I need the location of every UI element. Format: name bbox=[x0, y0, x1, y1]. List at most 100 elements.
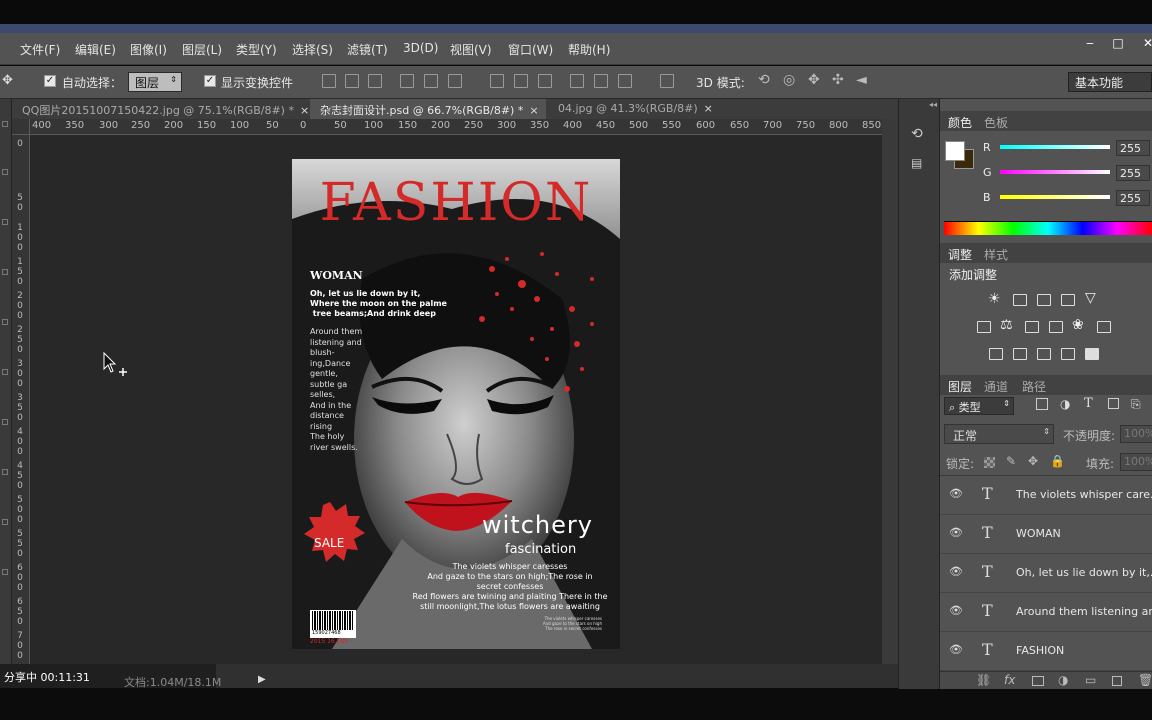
channel-mixer-icon[interactable]: ❀ bbox=[1072, 317, 1084, 333]
tool-icon[interactable] bbox=[2, 569, 8, 575]
maximize-button[interactable]: □ bbox=[1106, 36, 1130, 54]
close-window-button[interactable]: ✕ bbox=[1136, 36, 1152, 54]
distribute-bottom-icon[interactable] bbox=[538, 74, 552, 88]
horizontal-ruler[interactable]: 400 350 300 250 200 150 100 50 0 50 100 … bbox=[30, 119, 882, 135]
distribute-vcenter-icon[interactable] bbox=[514, 74, 528, 88]
3d-roll-icon[interactable]: ◎ bbox=[783, 72, 795, 88]
auto-align-icon[interactable] bbox=[660, 74, 674, 88]
blend-mode-dropdown[interactable]: 正常 ⇕ bbox=[944, 424, 1054, 444]
lock-position-icon[interactable]: ✥ bbox=[1028, 454, 1038, 468]
auto-select-checkbox[interactable]: ✓ bbox=[44, 75, 56, 87]
menu-edit[interactable]: 编辑(E) bbox=[75, 41, 116, 58]
tool-icon[interactable] bbox=[2, 319, 8, 325]
menu-3d[interactable]: 3D(D) bbox=[403, 41, 438, 55]
menu-select[interactable]: 选择(S) bbox=[292, 41, 333, 58]
menu-view[interactable]: 视图(V) bbox=[450, 41, 492, 58]
align-bottom-icon[interactable] bbox=[368, 74, 382, 88]
invert-icon[interactable] bbox=[989, 348, 1003, 360]
show-transform-checkbox[interactable]: ✓ bbox=[204, 75, 216, 87]
tool-icon[interactable] bbox=[2, 219, 8, 225]
r-slider[interactable] bbox=[1000, 145, 1110, 149]
fx-icon[interactable]: fx bbox=[1004, 673, 1015, 687]
visibility-eye-icon[interactable]: 👁 bbox=[949, 565, 963, 578]
b-slider[interactable] bbox=[1000, 195, 1110, 199]
align-vcenter-icon[interactable] bbox=[345, 74, 359, 88]
visibility-eye-icon[interactable]: 👁 bbox=[949, 643, 963, 656]
gradient-map-icon[interactable] bbox=[1085, 348, 1099, 360]
add-mask-icon[interactable] bbox=[1032, 676, 1044, 686]
menu-help[interactable]: 帮助(H) bbox=[568, 41, 610, 58]
3d-scale-icon[interactable]: ◄ bbox=[856, 72, 867, 88]
layer-row[interactable]: 👁 T Oh, let us lie down by it,... bbox=[940, 554, 1152, 593]
color-lookup-icon[interactable] bbox=[1097, 321, 1111, 333]
filter-shape-icon[interactable] bbox=[1108, 398, 1119, 409]
align-right-icon[interactable] bbox=[448, 74, 462, 88]
menu-file[interactable]: 文件(F) bbox=[20, 41, 60, 58]
vertical-ruler[interactable]: 0 5 0 1 0 0 1 5 0 2 0 0 2 5 0 3 0 0 3 5 … bbox=[12, 135, 30, 664]
link-layers-icon[interactable]: ⛓ bbox=[976, 673, 991, 687]
visibility-eye-icon[interactable]: 👁 bbox=[949, 604, 963, 617]
minimize-button[interactable]: ‒ bbox=[1078, 36, 1102, 54]
black-white-icon[interactable] bbox=[1025, 321, 1039, 333]
tab-close-icon[interactable]: × bbox=[300, 104, 309, 117]
layer-row[interactable]: 👁 T FASHION bbox=[940, 632, 1152, 671]
curves-icon[interactable] bbox=[1037, 294, 1051, 306]
g-slider[interactable] bbox=[1000, 170, 1110, 174]
3d-rotate-icon[interactable]: ⟲ bbox=[758, 72, 770, 88]
opacity-input[interactable]: 100% bbox=[1120, 425, 1152, 443]
tool-icon[interactable] bbox=[2, 469, 8, 475]
tool-icon[interactable] bbox=[2, 269, 8, 275]
collapse-icon[interactable]: ◂◂ bbox=[929, 100, 937, 109]
fill-input[interactable]: 100% bbox=[1120, 453, 1152, 471]
g-value[interactable]: 255 bbox=[1116, 165, 1150, 181]
visibility-eye-icon[interactable]: 👁 bbox=[949, 526, 963, 539]
tab-styles[interactable]: 样式 bbox=[984, 246, 1008, 263]
align-top-icon[interactable] bbox=[322, 74, 336, 88]
menu-image[interactable]: 图像(I) bbox=[130, 41, 167, 58]
layer-row[interactable]: 👁 T The violets whisper care... bbox=[940, 476, 1152, 515]
new-group-icon[interactable]: ▭ bbox=[1085, 673, 1096, 687]
layer-row[interactable]: 👁 T Around them listening an... bbox=[940, 593, 1152, 632]
tab-channels[interactable]: 通道 bbox=[984, 378, 1008, 395]
r-value[interactable]: 255 bbox=[1116, 140, 1150, 156]
posterize-icon[interactable] bbox=[1013, 348, 1027, 360]
tab-layers[interactable]: 图层 bbox=[948, 378, 972, 395]
new-adjustment-icon[interactable]: ◑ bbox=[1058, 673, 1068, 687]
tab-magazine-cover[interactable]: 杂志封面设计.psd @ 66.7%(RGB/8#) * × bbox=[310, 99, 546, 119]
workspace-switcher[interactable]: 基本功能 bbox=[1068, 72, 1152, 92]
properties-icon[interactable]: ▤ bbox=[911, 156, 922, 170]
tool-icon[interactable] bbox=[2, 121, 8, 127]
threshold-icon[interactable] bbox=[1037, 348, 1051, 360]
tab-paths[interactable]: 路径 bbox=[1022, 378, 1046, 395]
auto-select-dropdown[interactable]: 图层 ⇕ bbox=[128, 72, 182, 92]
tool-icon[interactable] bbox=[2, 419, 8, 425]
selective-color-icon[interactable] bbox=[1061, 348, 1075, 360]
align-left-icon[interactable] bbox=[400, 74, 414, 88]
tool-icon[interactable] bbox=[2, 519, 8, 525]
menu-window[interactable]: 窗口(W) bbox=[508, 41, 553, 58]
filter-pixel-icon[interactable] bbox=[1036, 398, 1048, 410]
menu-type[interactable]: 类型(Y) bbox=[236, 41, 277, 58]
visibility-eye-icon[interactable]: 👁 bbox=[949, 487, 963, 500]
tab-04-jpg[interactable]: 04.jpg @ 41.3%(RGB/8#) × bbox=[548, 99, 724, 119]
3d-drag-icon[interactable]: ✥ bbox=[808, 72, 820, 88]
new-layer-icon[interactable] bbox=[1112, 676, 1122, 686]
tool-icon[interactable] bbox=[2, 169, 8, 175]
photo-filter-icon[interactable] bbox=[1049, 321, 1063, 333]
move-tool-icon[interactable]: ✥ bbox=[2, 73, 13, 88]
menu-filter[interactable]: 滤镜(T) bbox=[347, 41, 388, 58]
distribute-left-icon[interactable] bbox=[570, 74, 584, 88]
menu-layer[interactable]: 图层(L) bbox=[182, 41, 222, 58]
lock-transparent-icon[interactable] bbox=[984, 457, 995, 468]
distribute-hcenter-icon[interactable] bbox=[594, 74, 608, 88]
filter-adjustment-icon[interactable]: ◑ bbox=[1060, 397, 1070, 411]
b-value[interactable]: 255 bbox=[1116, 190, 1150, 206]
brightness-icon[interactable]: ☀ bbox=[988, 291, 1001, 307]
lock-pixels-icon[interactable]: ✎ bbox=[1006, 454, 1016, 468]
layer-row[interactable]: 👁 T WOMAN bbox=[940, 515, 1152, 554]
vertical-scrollbar[interactable] bbox=[882, 119, 898, 664]
tab-close-icon[interactable]: × bbox=[529, 104, 538, 117]
tab-adjustments[interactable]: 调整 bbox=[948, 246, 972, 263]
tab-close-icon[interactable]: × bbox=[704, 102, 713, 115]
color-balance-icon[interactable]: ⚖ bbox=[1000, 317, 1013, 333]
